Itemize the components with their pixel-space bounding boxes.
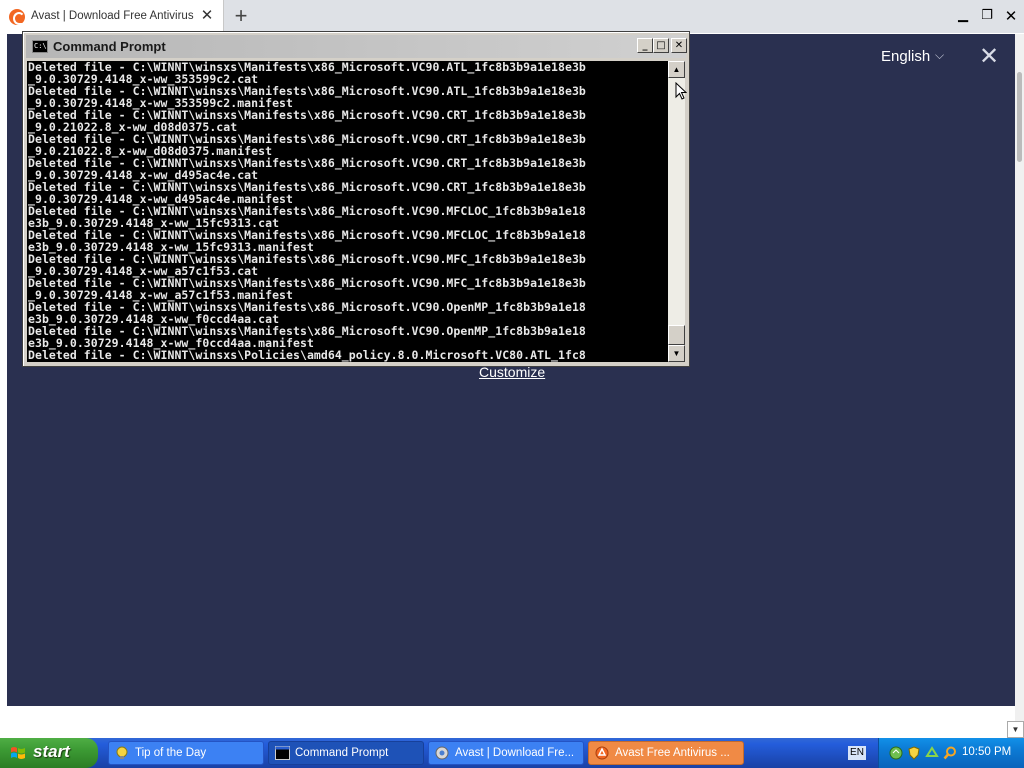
cmd-vertical-scrollbar[interactable]: ▲ ▼ [668,61,685,362]
cmd-scroll-up-button[interactable]: ▲ [668,61,685,78]
language-indicator[interactable]: EN [848,746,866,760]
close-icon[interactable]: ✕ [977,42,1001,70]
cmd-window-title: Command Prompt [53,39,166,54]
browser-tab[interactable]: Avast | Download Free Antivirus f ✕ [0,0,224,33]
console-line: Deleted file - C:\WINNT\winsxs\Policies\… [28,348,586,362]
command-prompt-window: C:\ Command Prompt _ □ ✕ Deleted file - … [22,31,690,367]
cmd-close-button[interactable]: ✕ [671,38,687,53]
lightbulb-icon [116,746,128,759]
browser-minimize-button[interactable]: ▁ [953,6,973,26]
search-icon[interactable] [943,746,957,760]
taskbar-item-avast-free-antivirus[interactable]: Avast Free Antivirus ... [588,741,744,765]
shield-icon[interactable] [907,746,921,760]
page-scroll-down-button[interactable]: ▼ [1007,721,1024,738]
start-label: start [33,742,70,761]
taskbar-item-label: Avast | Download Fre... [455,747,575,759]
taskbar-item-label: Command Prompt [295,747,389,759]
page-scroll-thumb[interactable] [1017,72,1022,162]
cmd-icon: C:\ [32,40,48,53]
avast-favicon-icon [9,9,25,25]
mouse-pointer-icon [675,82,687,100]
windows-logo-icon [11,747,25,759]
taskbar-item-avast-download[interactable]: Avast | Download Fre... [428,741,584,765]
start-button[interactable]: start [0,738,98,768]
browser-restore-button[interactable]: ❐ [977,6,997,26]
taskbar-item-command-prompt[interactable]: Command Prompt [268,741,424,765]
network-icon[interactable] [889,746,903,760]
cmd-icon [275,746,290,760]
new-tab-plus-icon[interactable]: + [231,4,251,28]
chevron-down-icon[interactable]: ⌵ [935,48,944,63]
browser-close-button[interactable]: ✕ [1001,6,1021,26]
cmd-scroll-thumb[interactable] [668,325,685,345]
browser-icon [435,746,449,760]
avast-icon [595,746,609,760]
page-bottom-area [7,706,1015,738]
taskbar-item-label: Tip of the Day [135,747,207,759]
taskbar-item-tip-of-the-day[interactable]: Tip of the Day [108,741,264,765]
cmd-titlebar[interactable]: C:\ Command Prompt _ □ ✕ [26,35,687,58]
taskbar: start Tip of the Day Command Prompt Avas… [0,738,1024,768]
tab-close-icon[interactable]: ✕ [200,8,214,24]
cmd-minimize-button[interactable]: _ [637,38,653,53]
console-lines: Deleted file - C:\WINNT\winsxs\Manifests… [28,61,586,361]
taskbar-item-label: Avast Free Antivirus ... [615,747,730,759]
cmd-maximize-button[interactable]: □ [653,38,669,53]
tab-title: Avast | Download Free Antivirus f [31,10,194,22]
tab-bar: Avast | Download Free Antivirus f ✕ + ▁ … [0,0,1024,33]
tray-clock: 10:50 PM [962,746,1012,758]
cmd-console-output[interactable]: Deleted file - C:\WINNT\winsxs\Manifests… [27,61,668,362]
cmd-scroll-down-button[interactable]: ▼ [668,345,685,362]
recycle-icon[interactable] [925,746,939,760]
language-selector[interactable]: English [881,48,930,65]
